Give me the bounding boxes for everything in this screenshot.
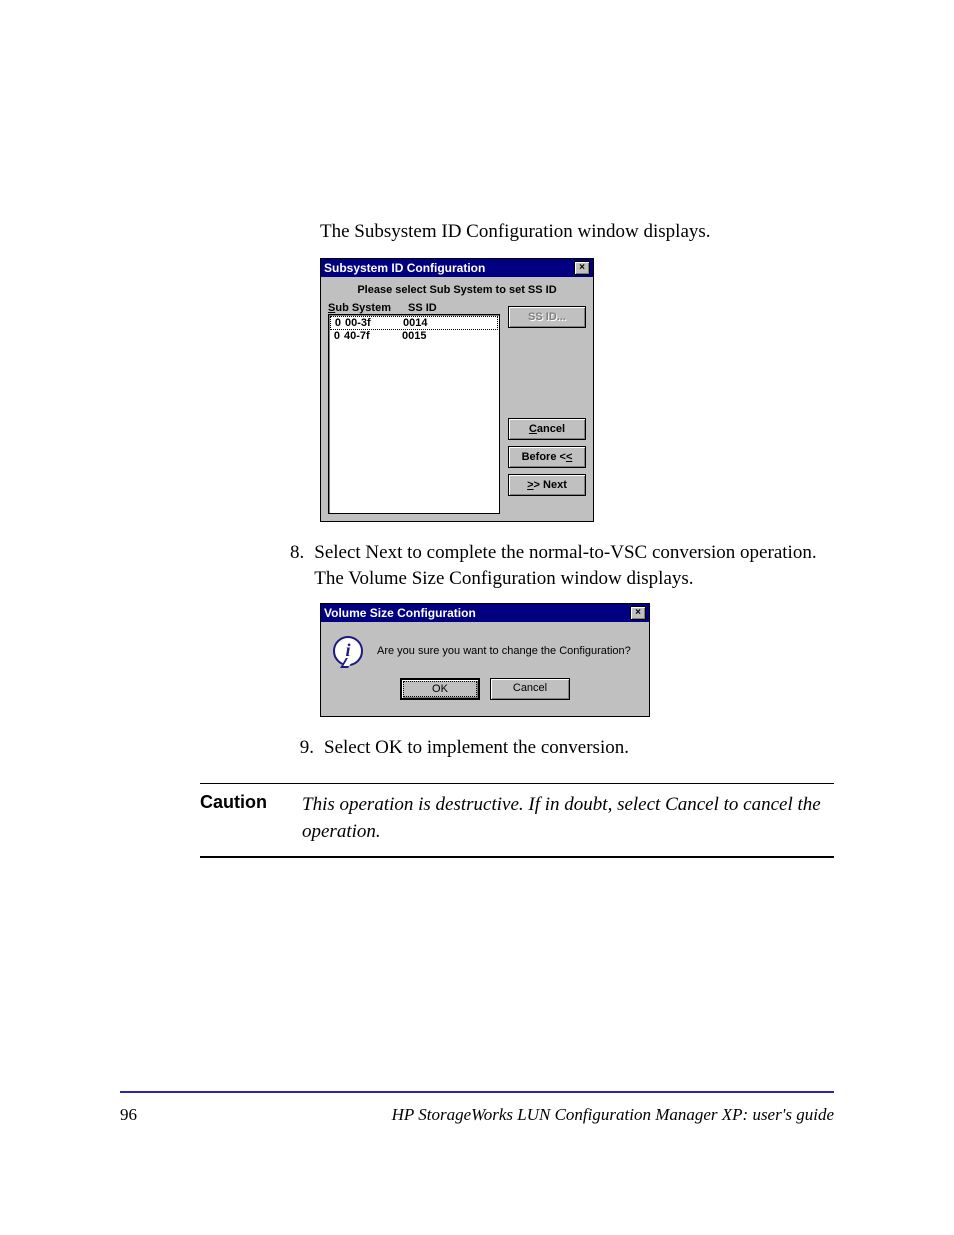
subsystem-listbox[interactable]: 0 00-3f 0014 0 40-7f 0015 [328,314,500,514]
step-number: 8. [290,540,304,593]
dialog-titlebar: Subsystem ID Configuration × [321,259,593,277]
footer-guide-title: HP StorageWorks LUN Configuration Manage… [392,1105,834,1125]
cancel-button[interactable]: Cancel [508,418,586,440]
dialog-message: Are you sure you want to change the Conf… [377,645,631,657]
dialog-title: Volume Size Configuration [324,606,476,620]
close-icon[interactable]: × [630,606,646,620]
ok-button[interactable]: OK [400,678,480,700]
page-footer: 96 HP StorageWorks LUN Configuration Man… [120,1105,834,1125]
close-icon[interactable]: × [574,261,590,275]
caution-label: Caution [200,792,280,845]
list-headers: Sub System SS ID [328,302,500,314]
dialog-instruction: Please select Sub System to set SS ID [328,284,586,296]
caution-block: Caution This operation is destructive. I… [200,783,834,857]
before-button[interactable]: Before << [508,446,586,468]
header-subsystem: Sub System [328,302,408,314]
list-item[interactable]: 0 40-7f 0015 [330,330,498,342]
subsystem-id-dialog: Subsystem ID Configuration × Please sele… [320,258,594,522]
step-number: 9. [290,735,314,762]
dialog-title: Subsystem ID Configuration [324,261,485,275]
footer-rule [120,1091,834,1093]
intro-paragraph: The Subsystem ID Configuration window di… [320,219,834,246]
page-number: 96 [120,1105,137,1125]
step-text: Select Next to complete the normal-to-VS… [314,540,834,593]
step-text: Select OK to implement the conversion. [324,735,629,762]
dialog-titlebar: Volume Size Configuration × [321,604,649,622]
header-ssid: SS ID [408,302,437,314]
caution-text: This operation is destructive. If in dou… [302,792,834,845]
info-icon: i [333,636,363,666]
ssid-button[interactable]: SS ID... [508,306,586,328]
next-button[interactable]: >> Next [508,474,586,496]
volume-size-dialog: Volume Size Configuration × i Are you su… [320,603,650,717]
list-item[interactable]: 0 00-3f 0014 [330,316,498,330]
cancel-button[interactable]: Cancel [490,678,570,700]
